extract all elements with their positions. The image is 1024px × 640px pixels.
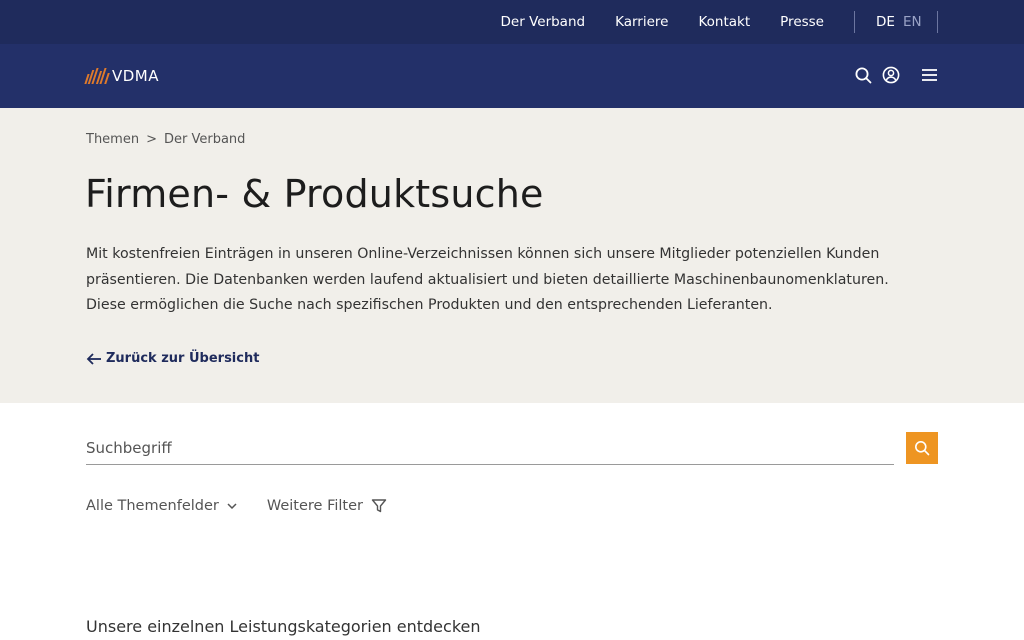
utility-link-karriere[interactable]: Karriere (615, 14, 668, 30)
top-utility-bar: Der Verband Karriere Kontakt Presse DE E… (0, 0, 1024, 44)
chevron-down-icon (227, 502, 237, 509)
filter-bar: Alle Themenfelder Weitere Filter (86, 498, 387, 514)
main-navigation: VDMA (0, 44, 1024, 108)
search-icon[interactable] (852, 64, 874, 86)
search-button[interactable] (906, 432, 938, 464)
back-link-label: Zurück zur Übersicht (106, 351, 260, 366)
funnel-icon (371, 499, 387, 513)
utility-link-presse[interactable]: Presse (780, 14, 824, 30)
breadcrumb-item-themen[interactable]: Themen (86, 132, 139, 147)
breadcrumb: Themen > Der Verband (86, 132, 245, 147)
divider (937, 11, 938, 33)
more-filters-button[interactable]: Weitere Filter (267, 498, 387, 514)
intro-text: Mit kostenfreien Einträgen in unseren On… (86, 246, 889, 313)
topics-dropdown-label: Alle Themenfelder (86, 498, 219, 514)
back-to-overview-link[interactable]: Zurück zur Übersicht (86, 351, 259, 366)
search-bar (86, 432, 938, 466)
utility-link-kontakt[interactable]: Kontakt (698, 14, 750, 30)
hamburger-menu-icon[interactable] (918, 64, 940, 86)
language-de[interactable]: DE (876, 14, 895, 30)
section-heading: Unsere einzelnen Leistungskategorien ent… (86, 617, 481, 636)
search-icon (915, 441, 930, 456)
language-en[interactable]: EN (903, 14, 922, 30)
logo-mark-icon (84, 68, 110, 84)
language-switcher: DE EN (876, 0, 922, 44)
page-title: Firmen- & Produktsuche (85, 172, 544, 216)
divider (854, 11, 855, 33)
search-input[interactable] (86, 432, 894, 465)
breadcrumb-separator: > (146, 132, 157, 147)
vdma-logo[interactable]: VDMA (84, 66, 160, 86)
more-filters-label: Weitere Filter (266, 498, 363, 514)
breadcrumb-item-der-verband[interactable]: Der Verband (164, 132, 245, 147)
user-circle-icon[interactable] (880, 64, 902, 86)
utility-nav: Der Verband Karriere Kontakt Presse (501, 0, 824, 44)
logo-text: VDMA (112, 67, 160, 85)
utility-link-der-verband[interactable]: Der Verband (501, 14, 586, 30)
nav-actions (852, 64, 940, 86)
topics-dropdown[interactable]: Alle Themenfelder (86, 498, 237, 514)
page-hero: Themen > Der Verband Firmen- & Produktsu… (0, 108, 1024, 403)
arrow-left-icon (86, 352, 101, 365)
